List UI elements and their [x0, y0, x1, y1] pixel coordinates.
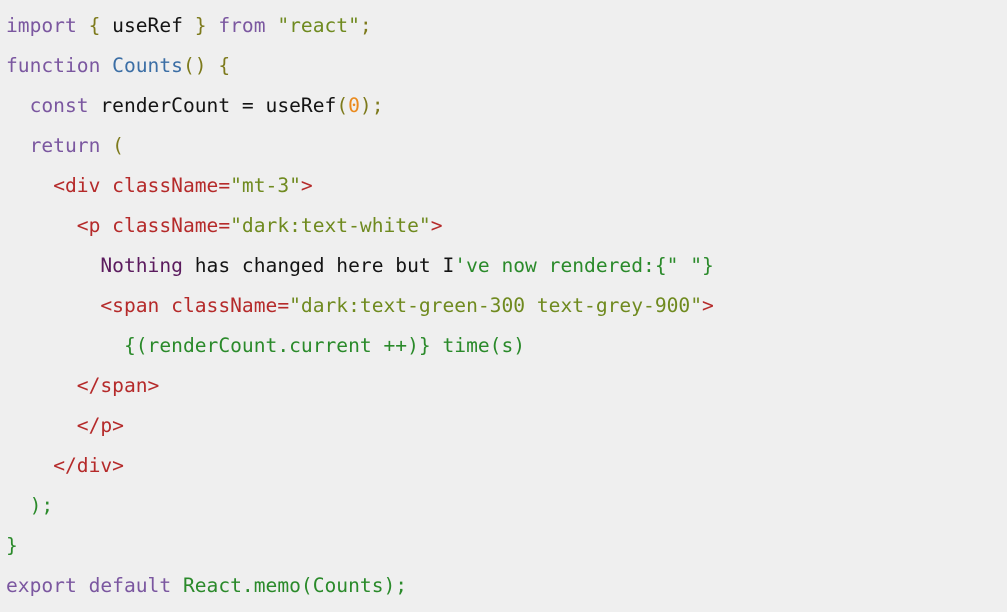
code-line: import { useRef } from "react";: [6, 6, 1007, 46]
code-line: const renderCount = useRef(0);: [6, 86, 1007, 126]
code-token: >: [702, 294, 714, 317]
code-token: default: [88, 574, 172, 597]
code-token: "mt-3": [230, 174, 301, 197]
code-token: from: [218, 14, 266, 37]
code-token: </p>: [76, 414, 124, 437]
code-line: <div className="mt-3">: [6, 166, 1007, 206]
code-line: Nothing has changed here but I've now re…: [6, 246, 1007, 286]
code-line: <span className="dark:text-green-300 tex…: [6, 286, 1007, 326]
code-token: </div>: [53, 454, 124, 477]
code-line: return (: [6, 126, 1007, 166]
code-token: ;: [371, 94, 384, 117]
code-token: <div className=: [53, 174, 231, 197]
code-token: (): [182, 54, 207, 77]
code-token: ;: [359, 14, 372, 37]
code-block: import { useRef } from "react"; function …: [0, 0, 1007, 606]
code-token: React.memo(Counts);: [182, 574, 408, 597]
code-line: }: [6, 526, 1007, 566]
code-line: </div>: [6, 446, 1007, 486]
code-token: <p className=: [76, 214, 231, 237]
code-token: 0: [348, 94, 360, 117]
code-token: {: [88, 14, 101, 37]
code-line: <p className="dark:text-white">: [6, 206, 1007, 246]
code-token: function: [6, 54, 101, 77]
code-token: "dark:text-white": [230, 214, 431, 237]
code-token: has changed here but I: [182, 254, 455, 277]
code-token: Nothing: [100, 254, 183, 277]
code-token: </span>: [76, 374, 160, 397]
code-token: useRef: [100, 14, 195, 37]
code-token: const: [29, 94, 89, 117]
code-line: </span>: [6, 366, 1007, 406]
code-line: {(renderCount.current ++)} time(s): [6, 326, 1007, 366]
code-token: return: [29, 134, 101, 157]
code-token: {: [218, 54, 231, 77]
code-token: 've now rendered:{" "}: [454, 254, 714, 277]
code-token: "react": [277, 14, 360, 37]
code-token: >: [430, 214, 443, 237]
code-token: (: [112, 134, 124, 157]
code-line: </p>: [6, 406, 1007, 446]
code-token: <span className=: [100, 294, 290, 317]
code-token: renderCount = useRef: [88, 94, 337, 117]
code-token: import: [6, 14, 77, 37]
code-token: >: [300, 174, 313, 197]
code-token: }: [6, 534, 18, 557]
code-token: (: [336, 94, 349, 117]
code-token: "dark:text-green-300 text-grey-900": [289, 294, 703, 317]
code-token: {(renderCount.current ++)} time(s): [123, 334, 526, 357]
code-token: ): [359, 94, 372, 117]
code-line: export default React.memo(Counts);: [6, 566, 1007, 606]
code-token: }: [194, 14, 207, 37]
code-line: );: [6, 486, 1007, 526]
code-line: function Counts() {: [6, 46, 1007, 86]
code-token: export: [6, 574, 77, 597]
code-token: Counts: [112, 54, 183, 77]
code-token: );: [29, 494, 54, 517]
